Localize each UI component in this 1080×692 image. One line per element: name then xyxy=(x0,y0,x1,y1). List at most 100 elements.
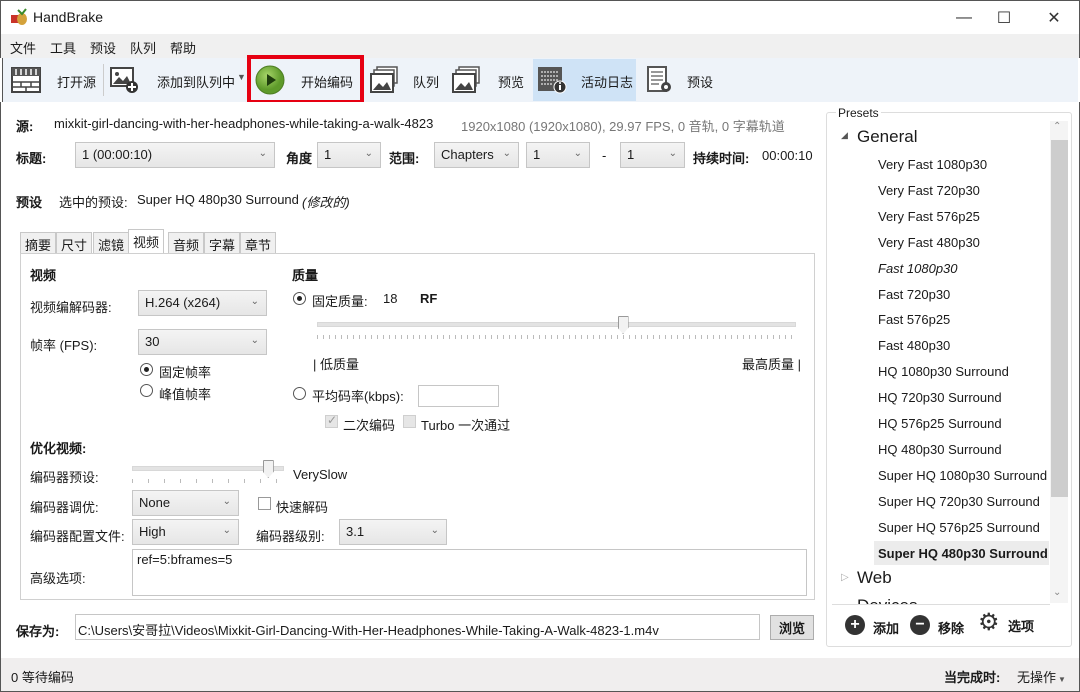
constant-fps-radio[interactable] xyxy=(140,363,153,376)
when-done-dropdown[interactable]: 无操作 ▼ xyxy=(1017,667,1073,685)
presets-panel-title: Presets xyxy=(836,106,881,120)
save-as-label: 保存为: xyxy=(16,624,60,639)
two-pass-checkbox[interactable]: ✓ xyxy=(325,413,338,428)
peak-fps-radio[interactable] xyxy=(140,384,153,397)
tab-summary[interactable]: 摘要 xyxy=(20,232,57,254)
tune-select[interactable]: None ⌄ xyxy=(132,490,239,516)
range-separator: - xyxy=(602,148,607,163)
advanced-label: 高级选项: xyxy=(30,571,86,586)
menu-tools[interactable]: 工具 xyxy=(50,38,76,57)
advanced-options-textarea[interactable]: ref=5:bframes=5 xyxy=(132,549,807,596)
preset-item[interactable]: HQ 480p30 Surround xyxy=(878,442,1002,457)
preset-item[interactable]: HQ 1080p30 Surround xyxy=(878,364,1009,379)
range-type-select[interactable]: Chapters ⌄ xyxy=(434,142,519,168)
angle-select[interactable]: 1 ⌄ xyxy=(317,142,381,168)
minus-circle-icon: − xyxy=(910,615,930,635)
range-end-select[interactable]: 1 ⌄ xyxy=(620,142,685,168)
preset-item[interactable]: HQ 576p25 Surround xyxy=(878,416,1002,431)
title-bar: HandBrake — ☐ ✕ xyxy=(0,0,1080,34)
preset-item[interactable]: Fast 576p25 xyxy=(878,312,950,327)
preset-group-devices-partial[interactable]: Devices xyxy=(857,596,917,604)
remove-preset-button[interactable]: − 移除 xyxy=(910,614,970,636)
scroll-up-icon[interactable]: ⌃ xyxy=(1053,121,1061,132)
open-source-button[interactable]: 打开源 xyxy=(7,60,99,100)
when-done-label: 当完成时: xyxy=(944,670,1001,685)
level-label: 编码器级别: xyxy=(256,529,325,544)
preset-item[interactable]: Fast 480p30 xyxy=(878,338,950,353)
preset-item[interactable]: Fast 1080p30 xyxy=(878,261,958,276)
tab-filters[interactable]: 滤镜 xyxy=(93,232,130,254)
tab-dimensions[interactable]: 尺寸 xyxy=(56,232,93,254)
avg-bitrate-input[interactable] xyxy=(418,385,499,407)
add-preset-button[interactable]: + 添加 xyxy=(845,614,905,636)
title-select-value: 1 (00:00:10) xyxy=(82,147,153,162)
range-start-select[interactable]: 1 ⌄ xyxy=(526,142,590,168)
menu-file[interactable]: 文件 xyxy=(10,38,36,57)
preset-item[interactable]: Super HQ 1080p30 Surround xyxy=(878,468,1047,483)
preset-item[interactable]: Fast 720p30 xyxy=(878,287,950,302)
codec-select[interactable]: H.264 (x264) ⌄ xyxy=(138,290,267,316)
queue-status: 0 等待编码 xyxy=(11,670,74,685)
chevron-down-icon: ⌄ xyxy=(222,496,231,507)
tab-subtitles[interactable]: 字幕 xyxy=(204,232,241,254)
codec-value: H.264 (x264) xyxy=(145,295,221,310)
preview-button[interactable]: 预览 xyxy=(449,60,529,100)
expanded-triangle-icon[interactable]: ◢ xyxy=(841,130,848,141)
presets-toolbar-button[interactable]: 预设 xyxy=(643,60,723,100)
toolbar-divider xyxy=(103,64,104,96)
menu-bar: 文件 工具 预设 队列 帮助 xyxy=(0,34,1080,58)
tab-audio[interactable]: 音频 xyxy=(168,232,205,254)
add-preset-label: 添加 xyxy=(873,621,900,636)
tab-video[interactable]: 视频 xyxy=(128,229,165,255)
encoder-preset-slider-track[interactable] xyxy=(132,466,284,471)
presets-scrollbar-thumb[interactable] xyxy=(1051,140,1068,497)
preset-group-general[interactable]: General xyxy=(857,127,917,147)
preset-item[interactable]: Super HQ 720p30 Surround xyxy=(878,494,1040,509)
save-path-input[interactable]: C:\Users\安哥拉\Videos\Mixkit-Girl-Dancing-… xyxy=(75,614,760,640)
chevron-down-icon: ⌄ xyxy=(502,148,511,159)
preset-item[interactable]: Super HQ 480p30 Surround xyxy=(878,546,1048,561)
fast-decode-checkbox[interactable] xyxy=(258,497,271,510)
encoder-preset-label: 编码器预设: xyxy=(30,470,99,485)
menu-presets[interactable]: 预设 xyxy=(90,38,116,57)
level-select[interactable]: 3.1 ⌄ xyxy=(339,519,447,545)
tab-chapters[interactable]: 章节 xyxy=(240,232,277,254)
preset-item[interactable]: Very Fast 720p30 xyxy=(878,183,980,198)
preset-modified-flag: (修改的) xyxy=(302,195,350,210)
preset-item[interactable]: Super HQ 576p25 Surround xyxy=(878,520,1040,535)
open-source-label: 打开源 xyxy=(57,75,97,90)
preset-item[interactable]: Very Fast 480p30 xyxy=(878,235,980,250)
angle-select-value: 1 xyxy=(324,147,332,162)
turbo-label: Turbo 一次通过 xyxy=(421,418,511,433)
fps-select[interactable]: 30 ⌄ xyxy=(138,329,267,355)
scroll-down-icon[interactable]: ⌄ xyxy=(1053,587,1061,598)
collapsed-triangle-icon[interactable]: ▷ xyxy=(841,572,849,583)
preset-label: 预设 xyxy=(16,195,43,210)
preset-group-web[interactable]: Web xyxy=(857,568,892,588)
browse-button[interactable]: 浏览 xyxy=(770,615,814,640)
quality-slider-track[interactable] xyxy=(317,322,796,327)
chevron-down-icon: ⌄ xyxy=(250,335,259,346)
menu-help[interactable]: 帮助 xyxy=(170,38,196,57)
queue-button[interactable]: 队列 xyxy=(367,60,447,100)
tune-value: None xyxy=(139,495,171,510)
turbo-checkbox[interactable] xyxy=(403,415,416,428)
activity-log-button[interactable]: 活动日志 xyxy=(533,60,636,100)
preset-item[interactable]: HQ 720p30 Surround xyxy=(878,390,1002,405)
fast-decode-label: 快速解码 xyxy=(276,500,329,515)
add-to-queue-button[interactable]: 添加到队列中 ▼ xyxy=(107,60,247,100)
dropdown-arrow-icon[interactable]: ▼ xyxy=(237,72,246,82)
menu-queue[interactable]: 队列 xyxy=(130,38,156,57)
profile-select[interactable]: High ⌄ xyxy=(132,519,239,545)
title-select[interactable]: 1 (00:00:10) ⌄ xyxy=(75,142,275,168)
preset-item[interactable]: Very Fast 576p25 xyxy=(878,209,980,224)
profile-value: High xyxy=(139,524,166,539)
preset-item[interactable]: Very Fast 1080p30 xyxy=(878,157,987,172)
maximize-button[interactable]: ☐ xyxy=(981,1,1027,35)
avg-bitrate-radio[interactable] xyxy=(293,387,306,400)
preset-options-button[interactable]: ⚙ 选项 xyxy=(978,609,1038,636)
constant-quality-label: 固定质量: xyxy=(312,294,368,309)
chevron-down-icon: ⌄ xyxy=(668,148,677,159)
constant-quality-radio[interactable] xyxy=(293,292,306,305)
close-button[interactable]: ✕ xyxy=(1031,1,1077,35)
